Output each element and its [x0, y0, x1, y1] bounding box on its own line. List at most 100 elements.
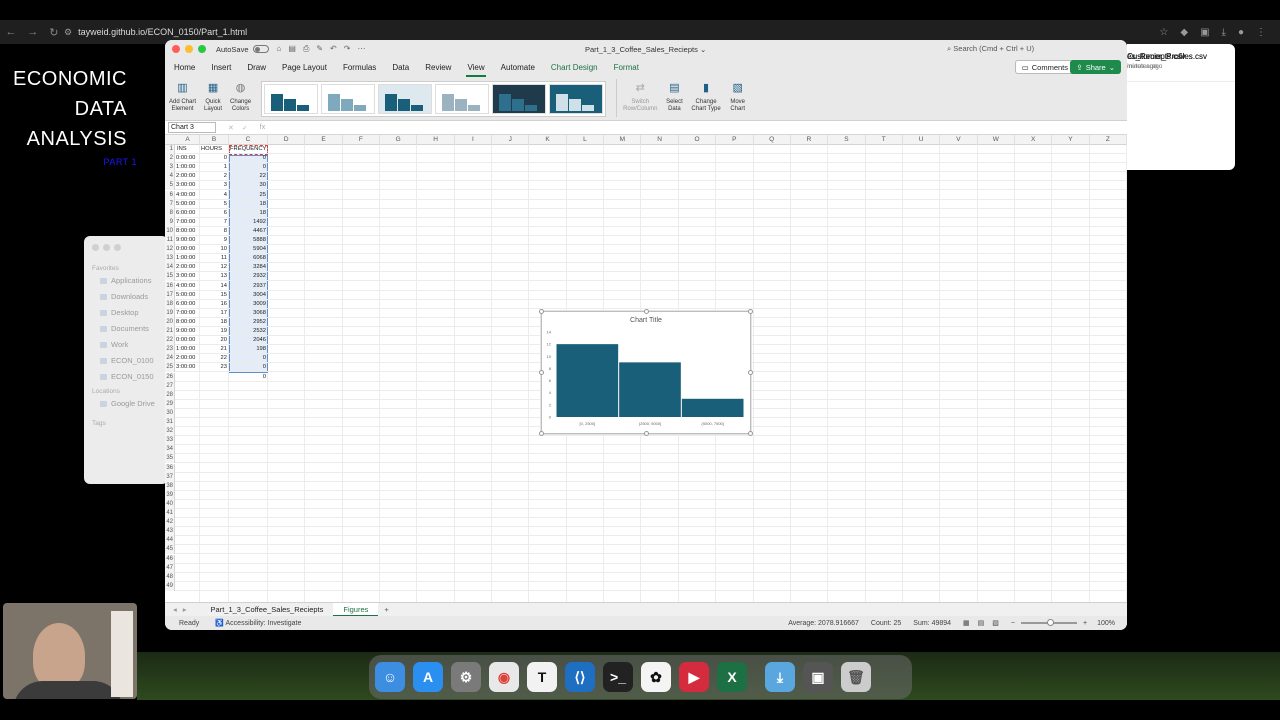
column-header[interactable]: N	[641, 135, 679, 145]
row-number[interactable]: 26	[165, 372, 175, 382]
cell[interactable]: 3:00:00	[176, 181, 200, 190]
cell[interactable]: 5904	[229, 245, 268, 254]
next-sheet-icon[interactable]: ▸	[183, 605, 187, 614]
zoom-out-icon[interactable]: −	[1011, 620, 1015, 627]
column-header[interactable]: X	[1015, 135, 1053, 145]
column-header[interactable]: A	[176, 135, 200, 145]
cell[interactable]: 2952	[229, 318, 268, 327]
row-number[interactable]: 41	[165, 509, 175, 519]
cell[interactable]: 30	[229, 181, 268, 190]
prev-sheet-icon[interactable]: ◂	[173, 605, 177, 614]
column-header[interactable]: D	[268, 135, 306, 145]
column-header[interactable]: O	[679, 135, 717, 145]
reload-icon[interactable]: ↻	[49, 26, 58, 39]
tab-data[interactable]: Data	[384, 63, 417, 72]
cell[interactable]: INS	[176, 145, 200, 154]
cell[interactable]: 0:00:00	[176, 336, 200, 345]
system-settings-icon[interactable]: ⚙	[451, 662, 481, 692]
row-number[interactable]: 38	[165, 481, 175, 491]
cancel-icon[interactable]: ✕	[228, 124, 234, 132]
cell[interactable]: 4:00:00	[176, 282, 200, 291]
cell[interactable]: 18	[229, 209, 268, 218]
histogram-chart[interactable]: Chart Title 0 2 4 6 8 10 12 14 [0, 2500] (2500, 50…	[539, 309, 753, 436]
undo-icon[interactable]: ↶	[330, 44, 337, 54]
cell[interactable]: 0	[229, 154, 268, 163]
cell[interactable]: 4467	[229, 227, 268, 236]
save-icon[interactable]: ▤	[288, 44, 296, 54]
finder-item[interactable]: Work	[100, 340, 160, 349]
cell[interactable]: 11	[200, 254, 229, 263]
share-button[interactable]: ⇪ Share ⌄	[1070, 60, 1121, 74]
cell[interactable]: 1:00:00	[176, 254, 200, 263]
confirm-icon[interactable]: ✓	[242, 124, 248, 132]
cell[interactable]: 22	[200, 354, 229, 363]
row-number[interactable]: 48	[165, 572, 175, 582]
cell[interactable]: 3:00:00	[176, 272, 200, 281]
chart-style-option[interactable]	[435, 84, 490, 114]
row-number[interactable]: 35	[165, 454, 175, 464]
zoom-slider[interactable]	[1021, 619, 1077, 626]
row-number[interactable]: 44	[165, 536, 175, 546]
finder-item[interactable]: Desktop	[100, 308, 160, 317]
zoom-level[interactable]: 100%	[1097, 620, 1115, 627]
cell[interactable]: 3284	[229, 263, 268, 272]
sheet-tab-active[interactable]: Figures	[333, 602, 379, 617]
cell[interactable]: 7	[200, 218, 229, 227]
edit-icon[interactable]: ✎	[316, 44, 323, 54]
row-number[interactable]: 37	[165, 472, 175, 482]
row-number[interactable]: 33	[165, 436, 175, 446]
finder-icon[interactable]: ☺	[375, 662, 405, 692]
forward-icon[interactable]: →	[27, 26, 38, 39]
cell[interactable]: FREQUENCY	[229, 145, 268, 154]
select-data-button[interactable]: ▤ Select Data	[665, 79, 683, 113]
row-number[interactable]: 15	[165, 272, 175, 282]
download-icon[interactable]: ⤓	[1222, 27, 1226, 38]
cell[interactable]: 13	[200, 272, 229, 281]
tab-formulas[interactable]: Formulas	[335, 63, 384, 72]
tab-insert[interactable]: Insert	[203, 63, 239, 72]
row-number[interactable]: 20	[165, 317, 175, 327]
column-header[interactable]: R	[791, 135, 829, 145]
column-header[interactable]: T	[866, 135, 903, 145]
cell[interactable]: 3:00:00	[176, 363, 200, 372]
zoom-button[interactable]	[198, 45, 206, 53]
row-number[interactable]: 46	[165, 554, 175, 564]
row-number[interactable]: 34	[165, 445, 175, 455]
cell[interactable]: 3004	[229, 291, 268, 300]
cell[interactable]: 8:00:00	[176, 318, 200, 327]
zoom-in-icon[interactable]: +	[1083, 620, 1087, 627]
row-number[interactable]: 22	[165, 336, 175, 346]
excel-icon[interactable]: X	[717, 662, 747, 692]
cell[interactable]: 2937	[229, 282, 268, 291]
cell[interactable]: 18	[200, 318, 229, 327]
cell[interactable]: 18	[229, 200, 268, 209]
trash-icon[interactable]: 🗑	[841, 662, 871, 692]
row-number[interactable]: 11	[165, 236, 175, 246]
row-number[interactable]: 19	[165, 308, 175, 318]
cell[interactable]: 6:00:00	[176, 209, 200, 218]
menu-icon[interactable]: ⋮	[1256, 27, 1266, 38]
cell[interactable]: 23	[200, 363, 229, 372]
cell[interactable]: 8:00:00	[176, 227, 200, 236]
resize-handle[interactable]	[748, 431, 753, 436]
row-number[interactable]: 21	[165, 327, 175, 337]
cell[interactable]: HOURS	[200, 145, 229, 154]
column-header[interactable]: Q	[754, 135, 791, 145]
row-number[interactable]: 4	[165, 172, 175, 182]
resize-handle[interactable]	[539, 309, 544, 314]
bookmark-star-icon[interactable]: ☆	[1159, 27, 1168, 38]
column-header[interactable]: P	[716, 135, 754, 145]
row-number[interactable]: 30	[165, 408, 175, 418]
column-header[interactable]: J	[492, 135, 530, 145]
cell[interactable]: 19	[200, 327, 229, 336]
spreadsheet-grid[interactable]: ABCDEFGHIJKLMNOPQRSTUVWXYZ 1 INS HOURS FREQ…	[165, 135, 1127, 602]
cell[interactable]: 5	[200, 200, 229, 209]
row-number[interactable]: 18	[165, 299, 175, 309]
vscode-icon[interactable]: ⟨⟩	[565, 662, 595, 692]
cell[interactable]: 2532	[229, 327, 268, 336]
column-header[interactable]: Z	[1090, 135, 1127, 145]
row-number[interactable]: 3	[165, 163, 175, 173]
cell[interactable]: 7:00:00	[176, 309, 200, 318]
app-store-icon[interactable]: A	[413, 662, 443, 692]
cell[interactable]: 0:00:00	[176, 154, 200, 163]
